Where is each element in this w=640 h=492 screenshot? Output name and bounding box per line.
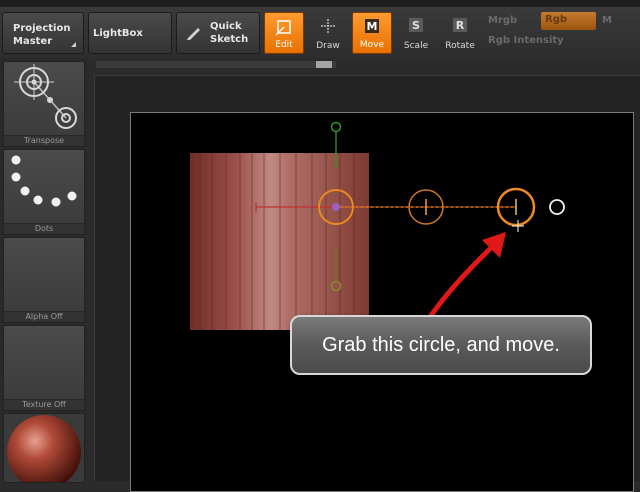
cursor-icon bbox=[512, 220, 524, 232]
handle-circle[interactable] bbox=[549, 199, 565, 215]
callout-text: Grab this circle, and move. bbox=[322, 334, 560, 356]
mesh-object[interactable] bbox=[190, 153, 369, 330]
annotation-arrow bbox=[422, 232, 506, 328]
instruction-callout: Grab this circle, and move. bbox=[290, 315, 592, 375]
scene-overlay bbox=[190, 121, 565, 330]
